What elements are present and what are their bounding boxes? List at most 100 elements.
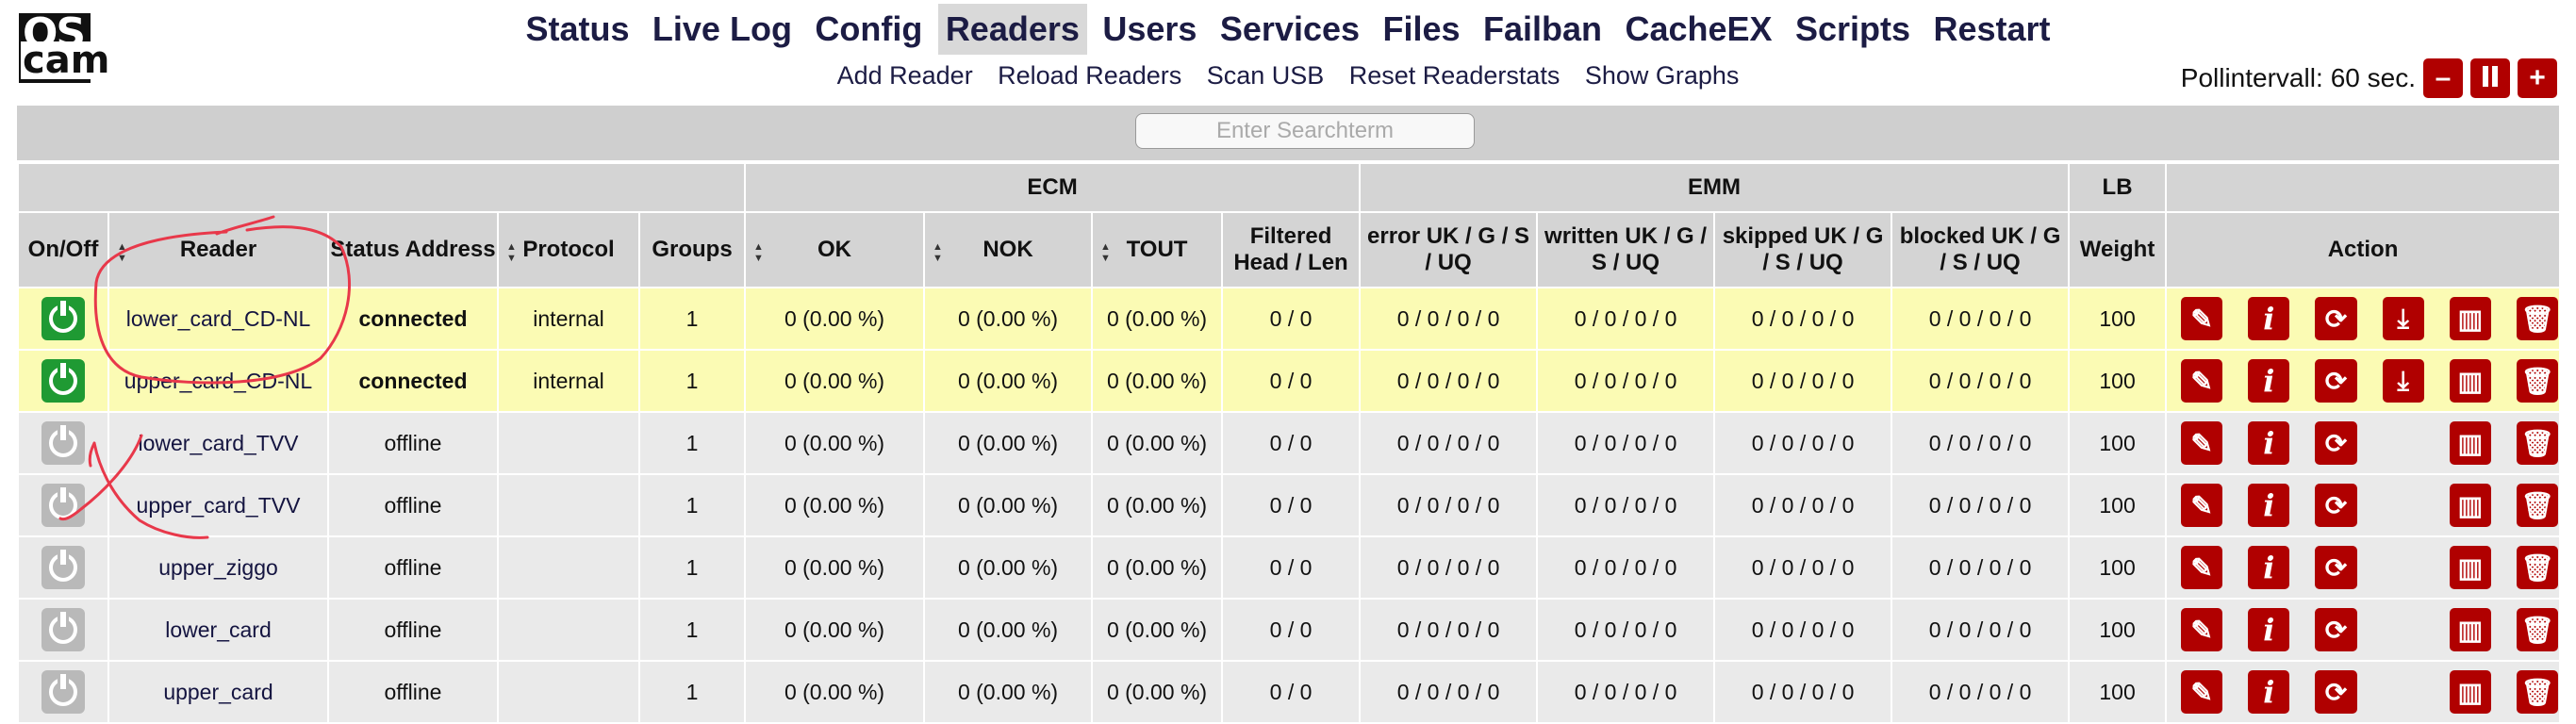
poll-pause-button[interactable]	[2470, 58, 2510, 98]
power-toggle-icon[interactable]	[41, 297, 85, 340]
cell-groups: 1	[637, 411, 747, 475]
cell-reader[interactable]: upper_card	[107, 660, 329, 724]
add-reader-link[interactable]: Add Reader	[837, 57, 973, 94]
cell-weight: 100	[2068, 660, 2168, 724]
cell-tout: 0 (0.00 %)	[1091, 535, 1224, 600]
col-protocol[interactable]: Protocol	[497, 211, 640, 288]
stats-icon[interactable]: ▥	[2449, 608, 2491, 651]
info-icon[interactable]: i	[2248, 670, 2290, 714]
cell-skipped: 0 / 0 / 0 / 0	[1713, 349, 1893, 413]
refresh-icon[interactable]: ⟳	[2315, 359, 2357, 403]
edit-icon[interactable]: ✎	[2181, 484, 2223, 527]
nav-users[interactable]: Users	[1095, 4, 1204, 55]
power-toggle-icon[interactable]	[41, 608, 85, 651]
stats-icon[interactable]: ▥	[2449, 546, 2491, 589]
download-icon[interactable]: ⤓	[2382, 297, 2424, 340]
power-toggle-icon[interactable]	[41, 359, 85, 403]
cell-ok: 0 (0.00 %)	[744, 287, 926, 351]
reader-row: lower_card_CD-NL connected internal 1 0 (0.0…	[17, 287, 2562, 351]
poll-decrease-button[interactable]: –	[2423, 58, 2463, 98]
col-nok[interactable]: NOK	[923, 211, 1094, 288]
delete-icon[interactable]: 🗑	[2516, 608, 2559, 651]
col-reader[interactable]: Reader	[107, 211, 329, 288]
poll-interval: Pollintervall: 60 sec. – +	[2181, 57, 2557, 100]
col-tout[interactable]: TOUT	[1091, 211, 1224, 288]
cell-protocol: internal	[497, 349, 640, 413]
poll-increase-button[interactable]: +	[2518, 58, 2557, 98]
edit-icon[interactable]: ✎	[2181, 670, 2223, 714]
refresh-icon[interactable]: ⟳	[2315, 421, 2357, 465]
scan-usb-link[interactable]: Scan USB	[1207, 57, 1325, 94]
info-icon[interactable]: i	[2248, 608, 2290, 651]
info-icon[interactable]: i	[2248, 484, 2290, 527]
cell-reader[interactable]: lower_card_TVV	[107, 411, 329, 475]
edit-icon[interactable]: ✎	[2181, 608, 2223, 651]
reset-readerstats-link[interactable]: Reset Readerstats	[1349, 57, 1560, 94]
delete-icon[interactable]: 🗑	[2516, 484, 2559, 527]
cell-filtered: 0 / 0	[1221, 535, 1362, 600]
stats-icon[interactable]: ▥	[2449, 359, 2491, 403]
pause-icon	[2481, 62, 2500, 94]
nav-live-log[interactable]: Live Log	[645, 4, 800, 55]
edit-icon[interactable]: ✎	[2181, 297, 2223, 340]
refresh-icon[interactable]: ⟳	[2315, 484, 2357, 527]
cell-tout: 0 (0.00 %)	[1091, 473, 1224, 537]
nav-readers[interactable]: Readers	[937, 4, 1087, 55]
nav-cacheex[interactable]: CacheEX	[1617, 4, 1779, 55]
stats-icon[interactable]: ▥	[2449, 297, 2491, 340]
column-header-row: On/Off Reader Status Address Protocol Gr…	[17, 211, 2562, 288]
reload-readers-link[interactable]: Reload Readers	[998, 57, 1181, 94]
cell-blocked: 0 / 0 / 0 / 0	[1891, 473, 2071, 537]
cell-tout: 0 (0.00 %)	[1091, 660, 1224, 724]
info-icon[interactable]: i	[2248, 359, 2290, 403]
cell-blocked: 0 / 0 / 0 / 0	[1891, 411, 2071, 475]
cell-written: 0 / 0 / 0 / 0	[1536, 411, 1716, 475]
nav-services[interactable]: Services	[1213, 4, 1367, 55]
refresh-icon[interactable]: ⟳	[2315, 670, 2357, 714]
nav-config[interactable]: Config	[807, 4, 930, 55]
refresh-icon[interactable]: ⟳	[2315, 608, 2357, 651]
edit-icon[interactable]: ✎	[2181, 546, 2223, 589]
power-toggle-icon[interactable]	[41, 670, 85, 714]
stats-icon[interactable]: ▥	[2449, 670, 2491, 714]
power-toggle-icon[interactable]	[41, 484, 85, 527]
power-toggle-icon[interactable]	[41, 546, 85, 589]
cell-protocol	[497, 411, 640, 475]
stats-icon[interactable]: ▥	[2449, 484, 2491, 527]
lb-group-header: LB	[2068, 162, 2168, 213]
delete-icon[interactable]: 🗑	[2516, 359, 2559, 403]
cell-tout: 0 (0.00 %)	[1091, 349, 1224, 413]
delete-icon[interactable]: 🗑	[2516, 297, 2559, 340]
info-icon[interactable]: i	[2248, 421, 2290, 465]
cell-error: 0 / 0 / 0 / 0	[1359, 598, 1539, 662]
info-icon[interactable]: i	[2248, 546, 2290, 589]
cell-reader[interactable]: upper_card_TVV	[107, 473, 329, 537]
cell-reader[interactable]: lower_card_CD-NL	[107, 287, 329, 351]
delete-icon[interactable]: 🗑	[2516, 546, 2559, 589]
refresh-icon[interactable]: ⟳	[2315, 546, 2357, 589]
delete-icon[interactable]: 🗑	[2516, 670, 2559, 714]
edit-icon[interactable]: ✎	[2181, 421, 2223, 465]
cell-reader[interactable]: upper_card_CD-NL	[107, 349, 329, 413]
edit-icon[interactable]: ✎	[2181, 359, 2223, 403]
refresh-icon[interactable]: ⟳	[2315, 297, 2357, 340]
nav-files[interactable]: Files	[1375, 4, 1467, 55]
stats-icon[interactable]: ▥	[2449, 421, 2491, 465]
show-graphs-link[interactable]: Show Graphs	[1585, 57, 1740, 94]
cell-error: 0 / 0 / 0 / 0	[1359, 411, 1539, 475]
info-icon[interactable]: i	[2248, 297, 2290, 340]
nav-status[interactable]: Status	[518, 4, 636, 55]
nav-failban[interactable]: Failban	[1476, 4, 1610, 55]
cell-reader[interactable]: lower_card	[107, 598, 329, 662]
cell-weight: 100	[2068, 287, 2168, 351]
nav-restart[interactable]: Restart	[1926, 4, 2058, 55]
power-toggle-icon[interactable]	[41, 421, 85, 465]
cell-reader[interactable]: upper_ziggo	[107, 535, 329, 600]
cell-written: 0 / 0 / 0 / 0	[1536, 349, 1716, 413]
col-ok[interactable]: OK	[744, 211, 926, 288]
download-icon[interactable]: ⤓	[2382, 359, 2424, 403]
search-input[interactable]	[1135, 113, 1475, 149]
delete-icon[interactable]: 🗑	[2516, 421, 2559, 465]
nav-scripts[interactable]: Scripts	[1788, 4, 1918, 55]
cell-skipped: 0 / 0 / 0 / 0	[1713, 660, 1893, 724]
